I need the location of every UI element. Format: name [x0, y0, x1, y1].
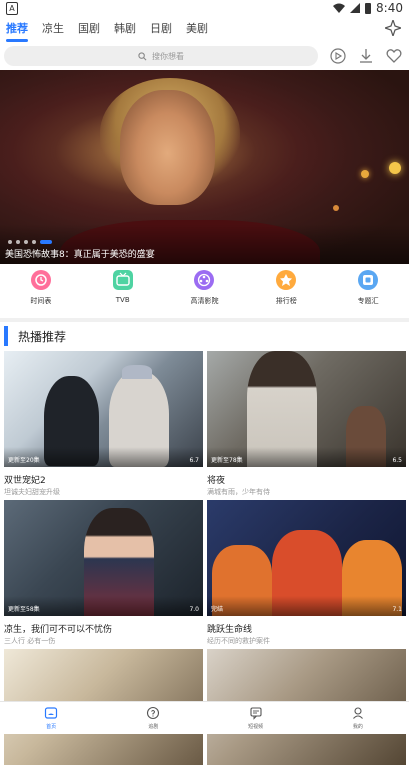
battery-icon — [365, 2, 372, 14]
drama-subtitle: 满城有雨，少年有侍 — [207, 488, 270, 496]
shortcut-ranking[interactable]: 排行榜 — [256, 270, 316, 316]
divider — [0, 318, 409, 322]
drama-poster: 更新至58集 7.0 — [4, 500, 203, 616]
nav-label: 追剧 — [148, 724, 159, 730]
drama-subtitle: 三人行 必有一伤 — [4, 637, 56, 645]
drama-title: 凉生，我们可不可以不忧伤 — [4, 625, 113, 635]
wifi-icon — [333, 3, 346, 13]
drama-poster: 更新至78集 6.5 — [207, 351, 406, 467]
drama-subtitle: 坦诚夫妇甜宠升级 — [4, 488, 60, 496]
rating: 6.7 — [189, 457, 199, 464]
carousel-dot[interactable] — [32, 240, 36, 244]
section-header: 热播推荐 — [4, 325, 66, 347]
clock-time: 8:40 — [376, 1, 403, 15]
ranking-icon — [276, 270, 297, 290]
drama-title: 双世宠妃2 — [4, 476, 46, 486]
tab-american-drama[interactable]: 美剧 — [186, 18, 208, 40]
home-icon — [45, 707, 58, 719]
drama-card[interactable]: 更新至78集 6.5 将夜 满城有雨，少年有侍 — [207, 351, 406, 497]
nav-follow[interactable]: 追剧 — [123, 702, 183, 734]
tab-japanese-drama[interactable]: 日剧 — [150, 18, 172, 40]
search-icon — [138, 51, 147, 60]
tab-recommend[interactable]: 推荐 — [6, 18, 28, 42]
grid-icon[interactable] — [385, 20, 401, 36]
status-icons: 8:40 — [333, 0, 403, 16]
tab-korean-drama[interactable]: 韩剧 — [114, 18, 136, 40]
tab-chinese-drama[interactable]: 国剧 — [78, 18, 100, 40]
carousel-dot[interactable] — [16, 240, 20, 244]
carousel-dot[interactable] — [24, 240, 28, 244]
carousel-dot[interactable] — [8, 240, 12, 244]
nav-label: 首页 — [46, 724, 57, 730]
nav-label: 我的 — [352, 724, 363, 730]
episode-status: 完结 — [211, 606, 224, 613]
category-shortcuts: 时间表 TVB 高清影院 排行榜 专题汇 — [0, 270, 409, 316]
drama-subtitle: 经历不同的救护案件 — [207, 637, 270, 645]
rating: 7.0 — [189, 606, 199, 613]
episode-status: 更新至58集 — [8, 606, 40, 613]
header-actions — [329, 46, 403, 66]
shortcut-hd-cinema[interactable]: 高清影院 — [174, 270, 234, 316]
nav-label: 短视频 — [248, 724, 264, 730]
download-icon[interactable] — [357, 47, 375, 65]
episode-status: 更新至78集 — [211, 457, 243, 464]
shortcut-label: 专题汇 — [357, 297, 379, 305]
heart-icon[interactable] — [385, 47, 403, 65]
tvb-icon — [112, 270, 133, 290]
history-icon[interactable] — [329, 47, 347, 65]
shortcut-tvb[interactable]: TVB — [93, 270, 153, 316]
status-bar: A 8:40 — [0, 0, 409, 16]
bottom-nav: 首页 追剧 短视频 我的 — [0, 701, 409, 734]
rating: 7.1 — [392, 606, 402, 613]
banner-caption: 美国恐怖故事8：真正属于美恐的盛宴 — [5, 250, 155, 260]
topics-icon — [358, 270, 379, 290]
drama-card[interactable]: 更新至58集 7.0 凉生，我们可不可以不忧伤 三人行 必有一伤 — [4, 500, 203, 646]
drama-card[interactable]: 完结 7.1 跳跃生命线 经历不同的救护案件 — [207, 500, 406, 646]
short-video-icon — [250, 707, 262, 720]
carousel-dots — [8, 240, 52, 244]
tab-liangsheng[interactable]: 凉生 — [42, 18, 64, 40]
signal-icon — [350, 3, 361, 13]
category-tabs: 推荐 凉生 国剧 韩剧 日剧 美剧 — [0, 18, 216, 42]
shortcut-label: 排行榜 — [275, 297, 297, 305]
carousel-dot-active[interactable] — [40, 240, 52, 244]
shortcut-label: 高清影院 — [190, 297, 219, 305]
drama-poster: 完结 7.1 — [207, 500, 406, 616]
drama-card[interactable]: 更新至20集 6.7 双世宠妃2 坦诚夫妇甜宠升级 — [4, 351, 203, 497]
section-accent-bar — [4, 326, 8, 346]
shortcut-label: 时间表 — [30, 297, 52, 305]
episode-status: 更新至20集 — [8, 457, 40, 464]
search-input[interactable]: 搜你想看 — [4, 46, 318, 66]
follow-icon — [147, 706, 160, 720]
nav-home[interactable]: 首页 — [21, 702, 81, 734]
section-title: 热播推荐 — [18, 329, 67, 344]
rating: 6.5 — [392, 457, 402, 464]
nav-short-video[interactable]: 短视频 — [226, 702, 286, 734]
shortcut-schedule[interactable]: 时间表 — [11, 270, 71, 316]
shortcut-topics[interactable]: 专题汇 — [338, 270, 398, 316]
profile-icon — [352, 707, 363, 719]
drama-title: 跳跃生命线 — [207, 625, 253, 635]
notification-icon: A — [6, 2, 18, 15]
film-reel-icon — [194, 270, 215, 290]
drama-title: 将夜 — [207, 476, 226, 486]
shortcut-label: TVB — [115, 296, 130, 304]
clock-icon — [30, 270, 51, 290]
search-placeholder: 搜你想看 — [152, 51, 184, 61]
drama-poster: 更新至20集 6.7 — [4, 351, 203, 467]
nav-profile[interactable]: 我的 — [328, 702, 388, 734]
hero-banner[interactable]: 美国恐怖故事8：真正属于美恐的盛宴 — [0, 70, 409, 264]
